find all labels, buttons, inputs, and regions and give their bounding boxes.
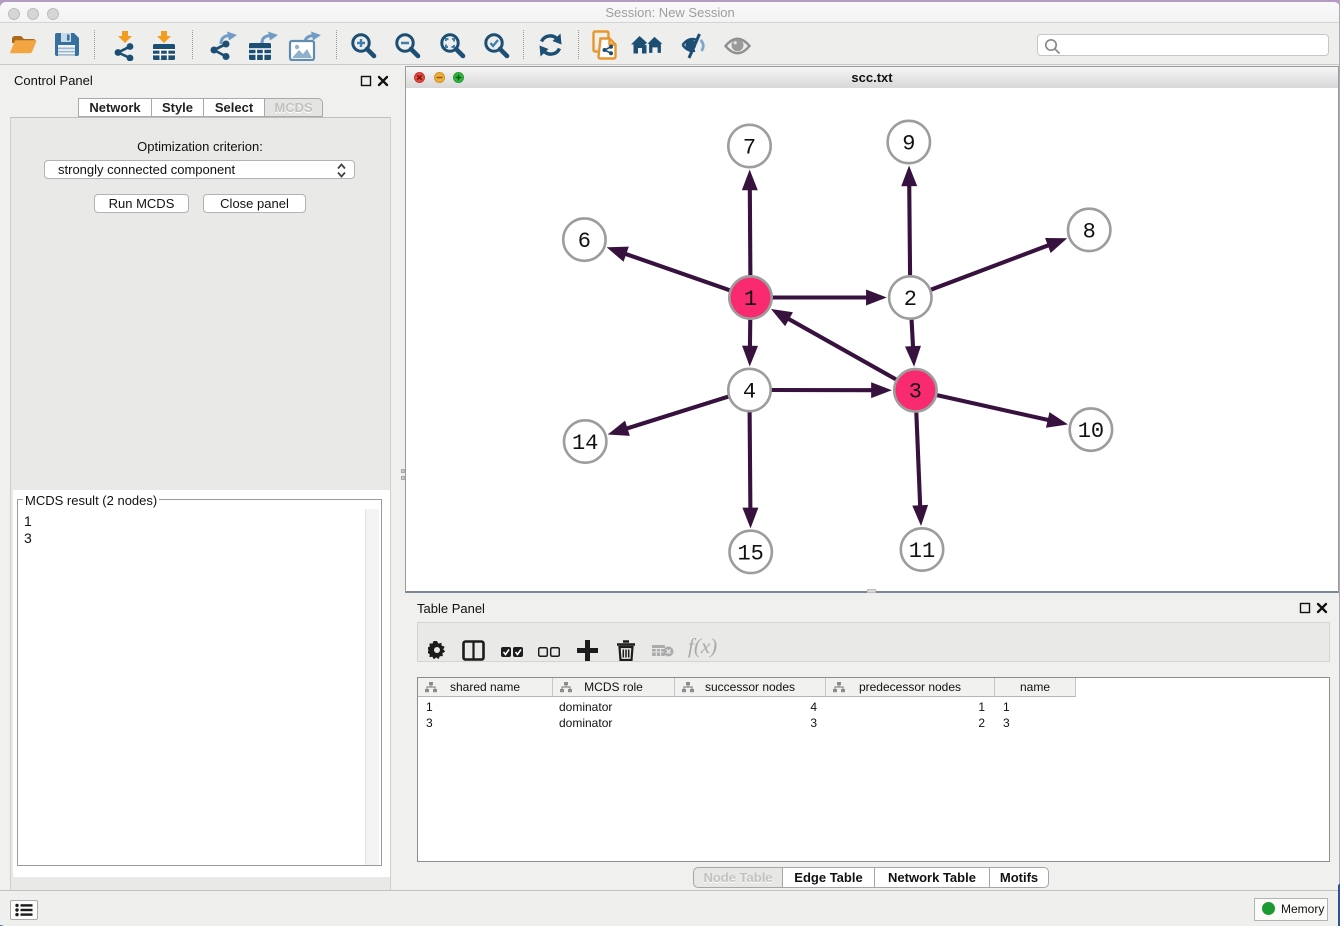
svg-text:7: 7 — [743, 135, 756, 160]
svg-text:9: 9 — [902, 131, 915, 156]
svg-text:2: 2 — [904, 287, 917, 312]
svg-text:4: 4 — [743, 379, 756, 404]
svg-text:6: 6 — [578, 229, 591, 254]
svg-text:14: 14 — [572, 431, 598, 456]
svg-text:11: 11 — [909, 539, 935, 564]
svg-text:15: 15 — [737, 541, 763, 566]
svg-text:1: 1 — [744, 287, 757, 312]
svg-text:3: 3 — [909, 380, 922, 405]
svg-text:8: 8 — [1083, 219, 1096, 244]
svg-text:10: 10 — [1078, 419, 1104, 444]
